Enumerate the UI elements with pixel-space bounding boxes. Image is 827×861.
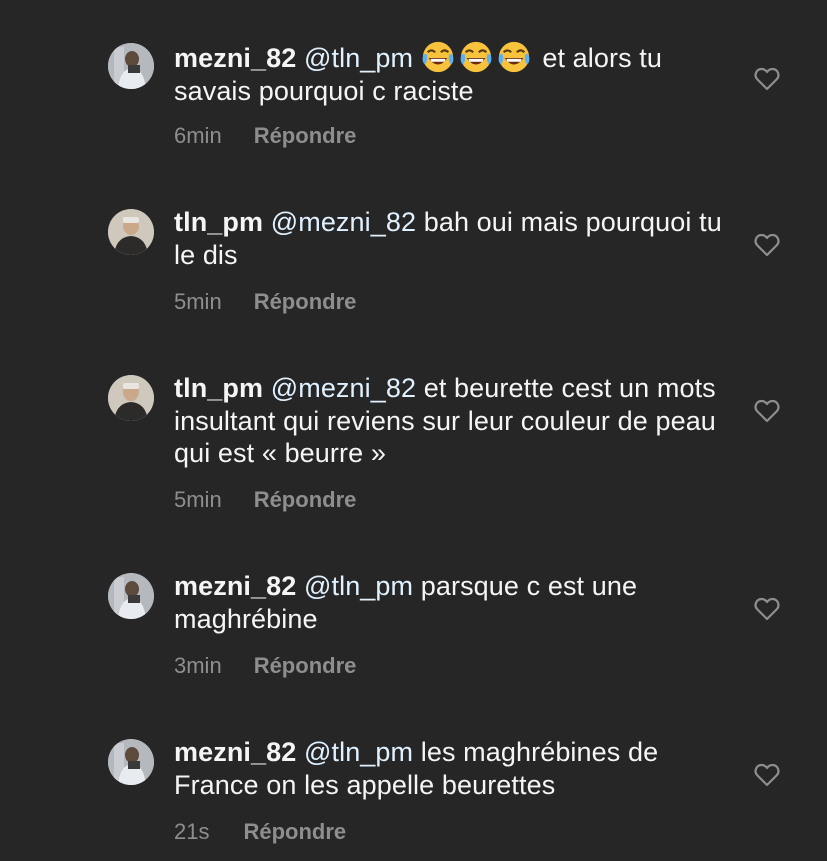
heart-outline-icon[interactable] [754, 763, 780, 787]
laughing-emoji-icon [497, 41, 535, 73]
comment-meta: 3min Répondre [174, 653, 356, 679]
reply-button[interactable]: Répondre [243, 819, 346, 845]
heart-outline-icon[interactable] [754, 67, 780, 91]
comment-mention[interactable]: @mezni_82 [271, 207, 416, 237]
heart-outline-icon[interactable] [754, 233, 780, 257]
laughing-emoji-icon [421, 41, 459, 73]
avatar[interactable] [108, 43, 154, 89]
comment-text: mezni_82 @tln_pm les maghrébines de Fran… [174, 736, 734, 801]
comment-text: mezni_82 @tln_pm parsque c est une maghr… [174, 570, 734, 635]
comment-username[interactable]: mezni_82 [174, 737, 296, 767]
comment-mention[interactable]: @tln_pm [304, 737, 413, 767]
avatar[interactable] [108, 739, 154, 785]
comment-time: 6min [174, 123, 222, 148]
comment-username[interactable]: tln_pm [174, 373, 263, 403]
comment-mention[interactable]: @tln_pm [304, 43, 413, 73]
comment-meta: 21s Répondre [174, 819, 346, 845]
comment-time: 3min [174, 653, 222, 678]
comment-meta: 5min Répondre [174, 289, 356, 315]
avatar[interactable] [108, 209, 154, 255]
comment-mention[interactable]: @tln_pm [304, 571, 413, 601]
avatar[interactable] [108, 375, 154, 421]
heart-outline-icon[interactable] [754, 597, 780, 621]
reply-button[interactable]: Répondre [254, 487, 357, 513]
comment-time: 21s [174, 819, 210, 844]
comment-text: mezni_82 @tln_pm et alors tu savais pour… [174, 40, 734, 107]
comment-time: 5min [174, 487, 222, 512]
comment-text: tln_pm @mezni_82 et beurette cest un mot… [174, 372, 734, 470]
reply-button[interactable]: Répondre [254, 289, 357, 315]
comment-username[interactable]: mezni_82 [174, 571, 296, 601]
comment-meta: 5min Répondre [174, 487, 356, 513]
comment-meta: 6min Répondre [174, 123, 356, 149]
comment-time: 5min [174, 289, 222, 314]
comment-mention[interactable]: @mezni_82 [271, 373, 416, 403]
heart-outline-icon[interactable] [754, 399, 780, 423]
comment-text: tln_pm @mezni_82 bah oui mais pourquoi t… [174, 206, 734, 271]
comment-username[interactable]: mezni_82 [174, 43, 296, 73]
comment-username[interactable]: tln_pm [174, 207, 263, 237]
reply-button[interactable]: Répondre [254, 653, 357, 679]
reply-button[interactable]: Répondre [254, 123, 357, 149]
laughing-emoji-icon [459, 41, 497, 73]
avatar[interactable] [108, 573, 154, 619]
